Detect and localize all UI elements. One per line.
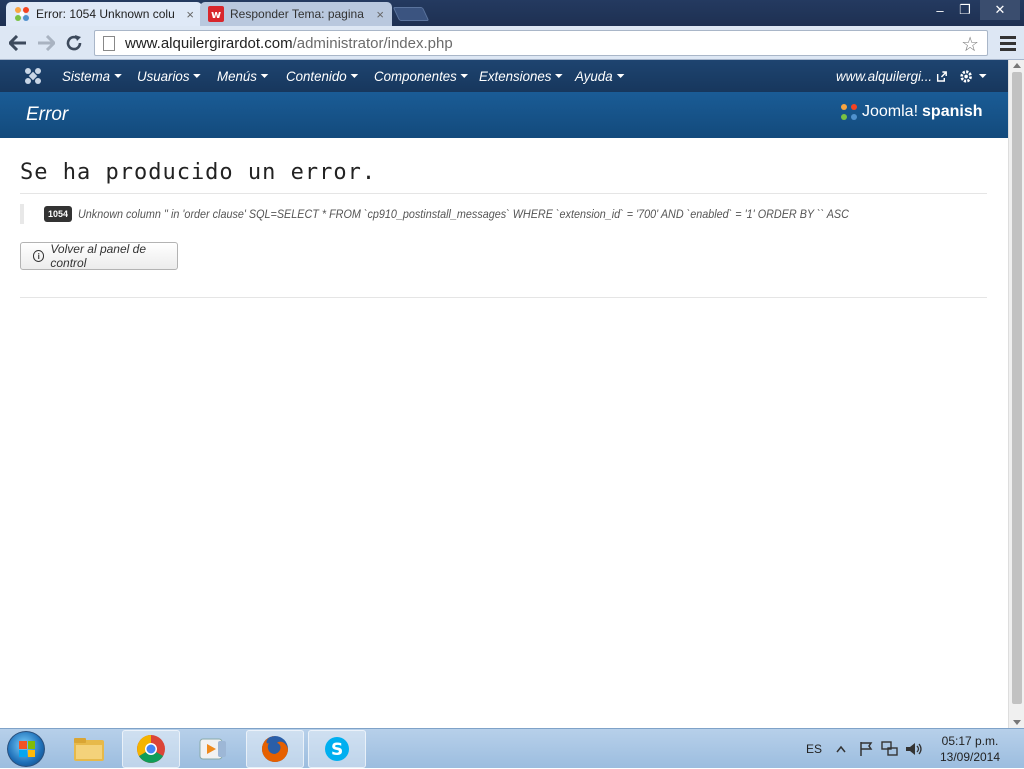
url-host: www.alquilergirardot.com xyxy=(125,34,293,52)
tab-error[interactable]: Error: 1054 Unknown colu × xyxy=(6,2,202,26)
error-message: Unknown column '' in 'order clause' SQL=… xyxy=(78,207,849,221)
taskbar-skype[interactable]: S xyxy=(308,730,366,768)
error-message-line: 1054 Unknown column '' in 'order clause'… xyxy=(20,204,935,224)
caret-down-icon xyxy=(350,74,359,78)
caret-down-icon xyxy=(460,74,469,78)
clock-time: 05:17 p.m. xyxy=(941,734,999,748)
scroll-up-arrow-icon[interactable] xyxy=(1013,63,1021,68)
menu-label: Sistema xyxy=(62,68,111,84)
tab-title: Responder Tema: pagina xyxy=(230,7,364,21)
gear-icon xyxy=(960,69,972,83)
caret-down-icon xyxy=(555,74,563,78)
caret-down-icon xyxy=(616,74,624,78)
system-clock[interactable]: 05:17 p.m. 13/09/2014 xyxy=(930,733,1010,765)
caret-down-icon xyxy=(113,74,122,78)
tab-responder[interactable]: w Responder Tema: pagina × xyxy=(200,2,392,26)
browser-toolbar: www.alquilergirardot.com/administrator/i… xyxy=(0,26,1024,60)
media-player-icon xyxy=(199,738,226,760)
back-to-control-panel-button[interactable]: i Volver al panel de control xyxy=(20,242,178,270)
network-icon[interactable] xyxy=(881,729,899,769)
page-icon xyxy=(103,35,115,51)
logo-text-spanish: spanish xyxy=(922,103,983,120)
settings-menu[interactable] xyxy=(959,60,987,92)
logo-text-joomla: Joomla! xyxy=(862,103,919,120)
action-center-flag-icon[interactable] xyxy=(858,729,874,769)
caret-down-icon xyxy=(193,74,201,78)
close-window-button[interactable]: ✕ xyxy=(980,0,1020,20)
error-code-badge: 1054 xyxy=(44,206,73,222)
joomla-logo-icon[interactable] xyxy=(24,67,42,85)
menu-usuarios[interactable]: Usuarios xyxy=(137,60,201,92)
divider xyxy=(20,193,987,194)
external-link-icon xyxy=(937,70,948,82)
menu-sistema[interactable]: Sistema xyxy=(62,60,122,92)
menu-menus[interactable]: Menús xyxy=(217,60,269,92)
new-tab-button[interactable] xyxy=(392,7,430,21)
tray-expand-icon[interactable] xyxy=(836,729,846,769)
tab-title: Error: 1054 Unknown colu xyxy=(36,7,175,21)
folder-icon xyxy=(74,738,104,761)
scrollbar-thumb[interactable] xyxy=(1012,72,1022,704)
volume-icon[interactable] xyxy=(905,729,923,769)
forum-favicon-icon: w xyxy=(208,6,224,22)
windows-logo-icon xyxy=(19,741,35,757)
back-button-label: Volver al panel de control xyxy=(50,242,146,270)
reload-icon[interactable] xyxy=(61,31,87,55)
menu-contenido[interactable]: Contenido xyxy=(286,60,359,92)
main-content: Se ha producido un error. 1054 Unknown c… xyxy=(0,138,1008,728)
skype-icon: S xyxy=(325,737,349,761)
menu-label: Componentes xyxy=(374,68,457,84)
chrome-icon xyxy=(137,735,165,763)
forward-arrow-icon[interactable] xyxy=(33,31,59,55)
joomla-favicon-icon xyxy=(15,7,29,21)
chrome-menu-icon[interactable] xyxy=(998,33,1018,53)
divider xyxy=(20,297,987,298)
url-path: /administrator/index.php xyxy=(292,34,453,52)
caret-down-icon xyxy=(978,74,987,78)
svg-text:w: w xyxy=(211,8,221,21)
menu-extensiones[interactable]: Extensiones xyxy=(479,60,563,92)
firefox-icon xyxy=(262,736,288,762)
taskbar-explorer[interactable] xyxy=(60,730,118,768)
back-arrow-icon[interactable] xyxy=(5,31,31,55)
error-heading: Se ha producido un error. xyxy=(20,160,377,185)
svg-text:S: S xyxy=(331,740,343,760)
site-link[interactable]: www.alquilergi... xyxy=(836,60,948,92)
vertical-scrollbar[interactable] xyxy=(1008,60,1024,728)
language-indicator[interactable]: ES xyxy=(806,729,822,769)
start-button[interactable] xyxy=(7,731,45,767)
taskbar-chrome[interactable] xyxy=(122,730,180,768)
maximize-button[interactable]: ❐ xyxy=(952,0,978,20)
tab-strip: Error: 1054 Unknown colu × w Responder T… xyxy=(0,0,1024,26)
tab-close-icon[interactable]: × xyxy=(376,7,384,22)
joomla-color-logo-icon xyxy=(841,104,857,120)
tab-close-icon[interactable]: × xyxy=(186,7,194,22)
caret-down-icon xyxy=(260,74,269,78)
menu-label: Usuarios xyxy=(137,68,190,84)
menu-componentes[interactable]: Componentes xyxy=(374,60,469,92)
taskbar-media-player[interactable] xyxy=(184,730,242,768)
clock-date: 13/09/2014 xyxy=(939,750,1001,764)
taskbar-firefox[interactable] xyxy=(246,730,304,768)
info-icon: i xyxy=(33,250,45,262)
minimize-button[interactable]: – xyxy=(927,0,953,20)
windows-taskbar: S ES 05:17 p.m. 13/09/2014 xyxy=(0,728,1024,768)
menu-label: Menús xyxy=(217,68,257,84)
joomla-admin-navbar: Sistema Usuarios Menús Contenido Compone… xyxy=(0,60,1008,92)
site-link-label: www.alquilergi... xyxy=(836,68,933,84)
menu-label: Extensiones xyxy=(479,68,552,84)
bookmark-star-icon[interactable]: ☆ xyxy=(961,32,979,57)
menu-label: Ayuda xyxy=(575,68,613,84)
page-title: Error xyxy=(26,104,69,125)
menu-label: Contenido xyxy=(286,68,347,84)
joomla-spanish-logo: Joomla! spanish xyxy=(840,103,983,121)
address-bar[interactable]: www.alquilergirardot.com/administrator/i… xyxy=(94,30,988,56)
menu-ayuda[interactable]: Ayuda xyxy=(575,60,624,92)
scroll-down-arrow-icon[interactable] xyxy=(1013,720,1021,725)
browser-frame: Error: 1054 Unknown colu × w Responder T… xyxy=(0,0,1024,62)
